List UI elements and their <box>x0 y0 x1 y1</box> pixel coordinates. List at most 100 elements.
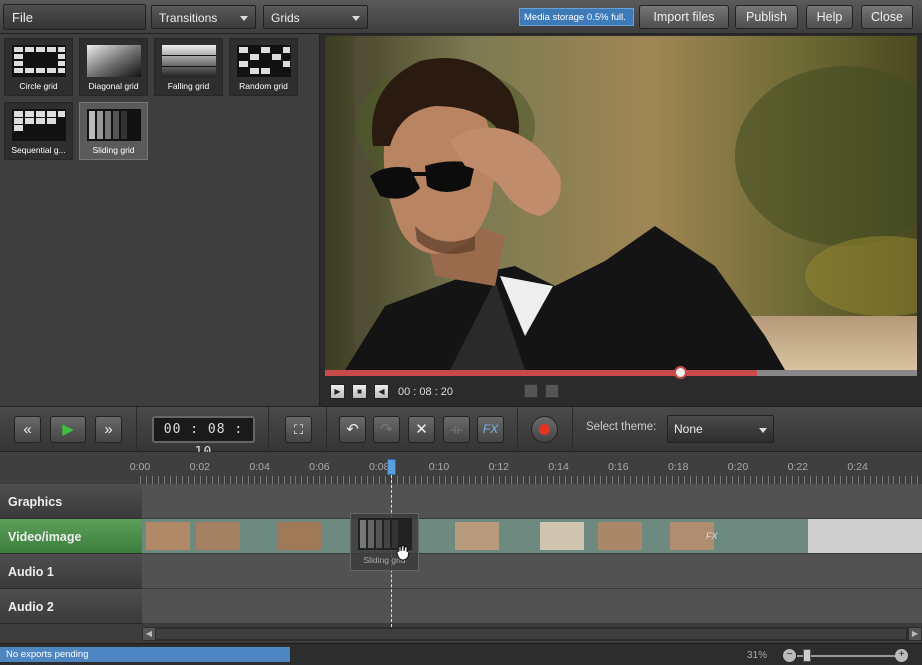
zoom-in-button[interactable]: + <box>895 649 908 662</box>
video-track-empty-area[interactable] <box>808 519 922 553</box>
clip-thumbnail <box>196 522 240 550</box>
file-menu[interactable]: File <box>3 4 146 30</box>
ruler-tick <box>821 476 823 484</box>
track-label-audio-2[interactable]: Audio 2 <box>0 589 142 624</box>
ruler-tick <box>307 476 309 484</box>
track-lane-audio-1[interactable] <box>142 554 922 589</box>
export-status: No exports pending <box>0 647 290 662</box>
ruler-tick <box>576 476 578 484</box>
publish-button[interactable]: Publish <box>735 5 798 29</box>
fx-label: FX <box>482 422 499 436</box>
ruler-tick <box>325 476 327 484</box>
circle-grid-preview <box>12 45 66 77</box>
ruler-tick <box>642 476 644 484</box>
dragged-transition[interactable]: Sliding grid <box>350 513 419 571</box>
subcategory-dropdown[interactable]: Grids <box>263 5 368 29</box>
track-lane-graphics[interactable] <box>142 484 922 519</box>
timeline-playhead[interactable] <box>387 459 396 475</box>
ruler-tick <box>486 476 488 484</box>
category-dropdown[interactable]: Transitions <box>151 5 256 29</box>
track-label-video-image[interactable]: Video/image <box>0 519 142 554</box>
theme-select-value: None <box>674 422 703 436</box>
ruler-tick-label: 0:12 <box>488 461 510 473</box>
play-button[interactable]: ▶ <box>50 416 86 443</box>
ruler-tick <box>570 476 572 484</box>
delete-button[interactable]: ✕ <box>408 416 435 443</box>
ruler-tick <box>253 476 255 484</box>
ruler-tick-label: 0:04 <box>249 461 270 473</box>
track-label-audio-1[interactable]: Audio 1 <box>0 554 142 589</box>
fast-forward-button[interactable]: » <box>95 416 122 443</box>
ruler-tick <box>343 476 345 484</box>
clip-thumbnail <box>455 522 499 550</box>
track-lane-audio-2[interactable] <box>142 589 922 624</box>
scrubber-knob[interactable] <box>674 366 688 379</box>
video-frame[interactable] <box>325 36 917 370</box>
zoom-out-button[interactable]: − <box>783 649 796 662</box>
undo-button[interactable]: ↶ <box>339 416 366 443</box>
timeline-horizontal-scrollbar[interactable]: ◀ ▶ <box>142 627 922 641</box>
transition-random-grid[interactable]: Random grid <box>229 38 298 96</box>
ruler-tick <box>785 476 787 484</box>
transition-label: Sliding grid <box>92 145 135 155</box>
ruler-tick <box>887 476 889 484</box>
ruler-tick <box>265 476 267 484</box>
import-files-button[interactable]: Import files <box>639 5 729 29</box>
ruler-tick <box>540 476 542 484</box>
ruler-tick <box>678 476 680 484</box>
help-button[interactable]: Help <box>806 5 853 29</box>
ruler-tick <box>905 476 907 484</box>
player-stop-button[interactable]: ■ <box>352 384 367 399</box>
ruler-tick <box>403 476 405 484</box>
fullscreen-button[interactable]: ⛶ <box>285 416 312 443</box>
ruler-tick <box>337 476 339 484</box>
transition-circle-grid[interactable]: Circle grid <box>4 38 73 96</box>
track-label-graphics[interactable]: Graphics <box>0 484 142 519</box>
transition-sliding-grid[interactable]: Sliding grid <box>79 102 148 160</box>
theme-select[interactable]: None <box>667 415 774 443</box>
scrubber-played <box>325 370 758 376</box>
ruler-tick-label: 0:06 <box>309 461 330 473</box>
ruler-tick <box>809 476 811 484</box>
ruler-tick <box>869 476 871 484</box>
record-button[interactable] <box>531 416 558 443</box>
fx-button[interactable]: FX <box>477 416 504 443</box>
transition-diagonal-grid[interactable]: Diagonal grid <box>79 38 148 96</box>
transition-label: Diagonal grid <box>88 81 139 91</box>
zoom-slider-track[interactable] <box>797 655 897 657</box>
ruler-tick <box>660 476 662 484</box>
volume-icon[interactable]: ◀ <box>374 384 389 399</box>
scroll-right-icon[interactable]: ▶ <box>909 628 921 640</box>
ruler-tick <box>672 476 674 484</box>
ruler-tick <box>803 476 805 484</box>
media-storage-badge: Media storage 0.5% full. <box>519 8 634 26</box>
ruler-tick <box>157 476 159 484</box>
ruler-tick <box>259 476 261 484</box>
transition-sequential-grid[interactable]: Sequential g... <box>4 102 73 160</box>
ruler-tick <box>181 476 183 484</box>
ruler-tick-label: 0:24 <box>847 461 868 473</box>
timeline-ruler[interactable]: 0:00 0:02 0:04 0:06 0:08 0:10 0:12 0:14 0:16 0:18… <box>0 452 922 484</box>
transition-falling-grid[interactable]: Falling grid <box>154 38 223 96</box>
zoom-slider-knob[interactable] <box>803 649 811 662</box>
ruler-tick <box>205 476 207 484</box>
ruler-tick <box>666 476 668 484</box>
scroll-left-icon[interactable]: ◀ <box>143 628 155 640</box>
ruler-tick <box>588 476 590 484</box>
undo-icon: ↶ <box>346 421 359 438</box>
rewind-button[interactable]: « <box>14 416 41 443</box>
video-scrubber[interactable] <box>325 366 917 379</box>
ruler-tick <box>761 476 763 484</box>
ruler-tick <box>600 476 602 484</box>
split-button[interactable]: ⟛ <box>443 416 470 443</box>
close-button[interactable]: Close <box>861 5 913 29</box>
player-time: 00 : 08 : 20 <box>398 386 454 398</box>
chevron-down-icon <box>240 16 248 21</box>
ruler-tick <box>223 476 225 484</box>
ruler-tick <box>462 476 464 484</box>
scrollbar-thumb[interactable] <box>156 629 906 639</box>
redo-button[interactable]: ↷ <box>373 416 400 443</box>
transition-label: Random grid <box>239 81 288 91</box>
ruler-tick <box>145 476 147 484</box>
player-play-button[interactable]: ▶ <box>330 384 345 399</box>
